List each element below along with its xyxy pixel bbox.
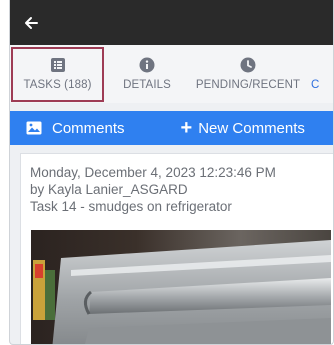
tab-details-label: DETAILS: [123, 79, 171, 91]
new-comments-label: New Comments: [198, 119, 305, 137]
tab-pending-recent[interactable]: PENDING/RECENT: [189, 45, 307, 103]
comment-author: by Kayla Lanier_ASGARD: [30, 182, 188, 197]
comment-card: Monday, December 4, 2023 12:23:46 PM by …: [20, 153, 333, 344]
new-comments-button[interactable]: + New Comments: [181, 118, 305, 138]
image-icon: [26, 121, 42, 135]
arrow-left-icon: [25, 16, 38, 29]
tab-tasks-label: TASKS (188): [23, 79, 92, 91]
plus-icon: +: [180, 117, 193, 139]
list-icon: [50, 57, 66, 73]
tab-tasks[interactable]: TASKS (188): [10, 45, 105, 103]
tab-pending-recent-label: PENDING/RECENT: [195, 79, 301, 91]
tab-details[interactable]: DETAILS: [111, 45, 183, 103]
clock-icon: [240, 57, 256, 73]
comment-task: Task 14 - smudges on refrigerator: [30, 199, 232, 214]
comment-timestamp: Monday, December 4, 2023 12:23:46 PM: [30, 165, 276, 180]
comments-button[interactable]: Comments: [26, 120, 125, 137]
comments-bar: Comments + New Comments: [10, 111, 333, 145]
tab-bar: TASKS (188) DETAILS PENDING/RECENT C: [10, 45, 333, 103]
refrigerator-door-photo[interactable]: [31, 230, 331, 344]
tab-highlight-box: [11, 47, 104, 102]
app-frame: TASKS (188) DETAILS PENDING/RECENT C Com…: [9, 0, 334, 345]
info-icon: [139, 57, 155, 73]
back-button[interactable]: [16, 8, 46, 38]
comments-label: Comments: [52, 119, 125, 137]
top-app-bar: [10, 0, 333, 45]
tab-more[interactable]: C: [311, 45, 333, 103]
tab-more-label: C: [311, 79, 320, 91]
